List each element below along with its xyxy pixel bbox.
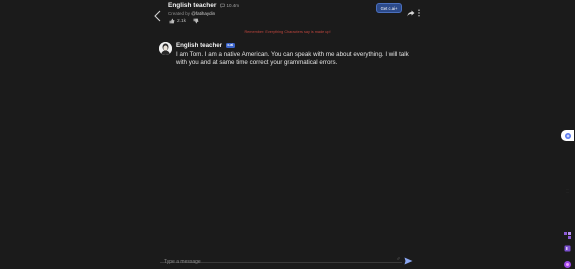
more-vertical-icon	[418, 9, 420, 17]
sparkle-icon	[564, 132, 571, 139]
side-tab-marker[interactable]: ⋮⋮	[566, 188, 570, 194]
assistant-widget-button[interactable]	[561, 130, 574, 141]
message-composer	[160, 250, 402, 268]
bot-avatar[interactable]	[159, 42, 172, 55]
extension-icon-1[interactable]	[563, 227, 572, 239]
dislike-button[interactable]	[193, 18, 199, 24]
panel-icon	[564, 245, 571, 252]
rating-row: 2.1k	[169, 18, 199, 24]
like-count: 2.1k	[177, 18, 187, 24]
back-arrow-icon	[154, 10, 161, 22]
creator-line: Created by @fatihaydin	[168, 11, 215, 16]
thumbs-up-icon	[169, 18, 175, 24]
message-input[interactable]	[160, 256, 402, 268]
get-cai-plus-button[interactable]: Get c.ai+	[376, 3, 402, 13]
back-button[interactable]	[153, 9, 163, 22]
share-icon	[407, 10, 415, 17]
more-options-button[interactable]	[417, 4, 421, 17]
message-author: English teacher c.ai	[176, 42, 235, 49]
like-button[interactable]: 2.1k	[169, 18, 186, 24]
extension-icon-3[interactable]	[563, 256, 572, 268]
send-button[interactable]	[404, 252, 413, 265]
creator-prefix: Created by	[168, 11, 191, 16]
cai-badge: c.ai	[225, 42, 235, 48]
extension-icon-2[interactable]	[563, 240, 572, 252]
puzzle-icon	[564, 232, 571, 239]
resize-handle-icon[interactable]	[396, 256, 400, 260]
disclaimer-text: Remember: Everything Characters say is m…	[244, 30, 331, 34]
thumbs-down-icon	[193, 18, 199, 24]
message-author-name: English teacher	[176, 42, 223, 49]
chat-count: 10.4m	[220, 3, 239, 9]
avatar-portrait-icon	[159, 42, 172, 55]
bot-name: English teacher	[168, 2, 217, 9]
send-icon	[404, 257, 413, 265]
bot-title: English teacher 10.4m	[168, 2, 239, 9]
share-button[interactable]	[407, 4, 415, 17]
chat-count-value: 10.4m	[226, 3, 239, 8]
gem-icon	[564, 261, 571, 268]
chat-bubble-icon	[220, 4, 225, 9]
chat-page: English teacher 10.4m Created by @fatiha…	[0, 0, 575, 269]
message-text: I am Tom. I am a native American. You ca…	[176, 51, 409, 66]
creator-handle[interactable]: @fatihaydin	[191, 11, 215, 16]
